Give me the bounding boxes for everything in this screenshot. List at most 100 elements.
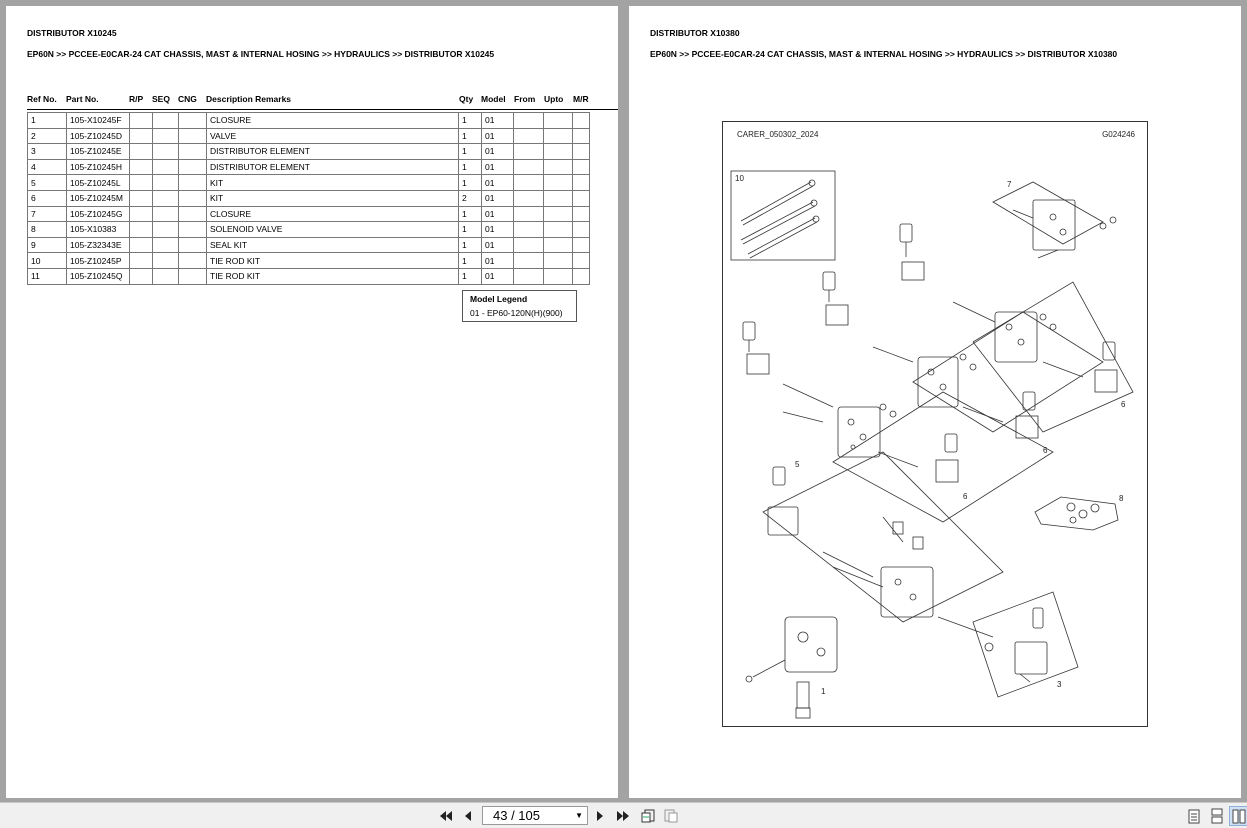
- table-row: 11 105-Z10245Q TIE ROD KIT 1 01: [27, 267, 590, 285]
- breadcrumb: EP60N >> PCCEE-E0CAR-24 CAT CHASSIS, MAS…: [650, 49, 1118, 59]
- col-qty: Qty: [459, 94, 474, 104]
- description-cell: DISTRIBUTOR ELEMENT: [206, 143, 459, 160]
- seq-cell: [152, 174, 179, 191]
- mr-cell: [572, 205, 590, 223]
- mr-cell: [572, 158, 590, 176]
- part-no-cell: 105-Z10245E: [66, 143, 130, 160]
- go-forward-button[interactable]: [661, 806, 681, 826]
- part-no-cell: 105-Z10245P: [66, 252, 130, 269]
- ref-cell: 9: [27, 236, 67, 254]
- part-no-cell: 105-Z10245M: [66, 189, 130, 207]
- upto-cell: [543, 252, 573, 269]
- description-cell: TIE ROD KIT: [206, 252, 459, 269]
- qty-cell: 1: [458, 127, 482, 145]
- part-no-cell: 105-Z10245Q: [66, 267, 130, 285]
- rp-cell: [129, 221, 153, 238]
- qty-cell: 2: [458, 189, 482, 207]
- part-no-cell: 105-X10245F: [66, 112, 130, 129]
- ref-cell: 1: [27, 112, 67, 129]
- table-row: 3 105-Z10245E DISTRIBUTOR ELEMENT 1 01: [27, 143, 590, 160]
- part-no-cell: 105-Z10245H: [66, 158, 130, 176]
- part-no-cell: 105-X10383: [66, 221, 130, 238]
- table-row: 1 105-X10245F CLOSURE 1 01: [27, 112, 590, 129]
- callout-6b: 6: [1043, 446, 1048, 455]
- col-upto: Upto: [544, 94, 564, 104]
- ref-cell: 10: [27, 252, 67, 269]
- description-cell: SOLENOID VALVE: [206, 221, 459, 238]
- mr-cell: [572, 221, 590, 238]
- part-no-cell: 105-Z32343E: [66, 236, 130, 254]
- rp-cell: [129, 112, 153, 129]
- seq-cell: [152, 158, 179, 176]
- exploded-parts-diagram: CARER_050302_2024 G024246 10 7 6 6 6 5 8…: [722, 121, 1148, 727]
- two-page-view-button[interactable]: [1229, 806, 1247, 826]
- table-row: 7 105-Z10245G CLOSURE 1 01: [27, 205, 590, 223]
- single-page-view-button[interactable]: [1184, 806, 1204, 826]
- rp-cell: [129, 252, 153, 269]
- ref-cell: 3: [27, 143, 67, 160]
- from-cell: [513, 112, 544, 129]
- continuous-view-button[interactable]: [1207, 806, 1227, 826]
- seq-cell: [152, 127, 179, 145]
- upto-cell: [543, 143, 573, 160]
- qty-cell: 1: [458, 221, 482, 238]
- cng-cell: [178, 205, 207, 223]
- model-cell: 01: [481, 127, 514, 145]
- last-page-icon: [617, 811, 629, 821]
- mr-cell: [572, 252, 590, 269]
- upto-cell: [543, 236, 573, 254]
- from-cell: [513, 158, 544, 176]
- part-no-cell: 105-Z10245G: [66, 205, 130, 223]
- table-row: 5 105-Z10245L KIT 1 01: [27, 174, 590, 191]
- col-part-no: Part No.: [66, 94, 99, 104]
- first-page-button[interactable]: [436, 806, 456, 826]
- page-title: DISTRIBUTOR X10380: [650, 28, 740, 38]
- two-page-icon: [1232, 809, 1246, 823]
- rp-cell: [129, 127, 153, 145]
- seq-cell: [152, 205, 179, 223]
- from-cell: [513, 174, 544, 191]
- col-seq: SEQ: [152, 94, 170, 104]
- callout-8: 8: [1119, 494, 1124, 503]
- col-description: Description Remarks: [206, 94, 292, 104]
- mr-cell: [572, 174, 590, 191]
- upto-cell: [543, 174, 573, 191]
- mr-cell: [572, 127, 590, 145]
- model-cell: 01: [481, 189, 514, 207]
- from-cell: [513, 205, 544, 223]
- next-page-icon: [597, 811, 603, 821]
- page-selector[interactable]: 43 / 105 ▼: [482, 806, 588, 825]
- single-page-icon: [1188, 809, 1200, 823]
- header-divider: [27, 109, 618, 110]
- model-cell: 01: [481, 236, 514, 254]
- rp-cell: [129, 143, 153, 160]
- previous-page-button[interactable]: [458, 806, 478, 826]
- ref-cell: 4: [27, 158, 67, 176]
- description-cell: CLOSURE: [206, 205, 459, 223]
- parts-table: 1 105-X10245F CLOSURE 1 01 2 105-Z10245D VALVE 1…: [27, 112, 590, 285]
- rp-cell: [129, 267, 153, 285]
- qty-cell: 1: [458, 205, 482, 223]
- rp-cell: [129, 205, 153, 223]
- table-row: 10 105-Z10245P TIE ROD KIT 1 01: [27, 252, 590, 269]
- qty-cell: 1: [458, 267, 482, 285]
- cng-cell: [178, 158, 207, 176]
- rp-cell: [129, 236, 153, 254]
- cng-cell: [178, 127, 207, 145]
- legend-title: Model Legend: [470, 294, 528, 304]
- next-page-button[interactable]: [590, 806, 610, 826]
- upto-cell: [543, 158, 573, 176]
- last-page-button[interactable]: [613, 806, 633, 826]
- cng-cell: [178, 236, 207, 254]
- cng-cell: [178, 143, 207, 160]
- mr-cell: [572, 143, 590, 160]
- description-cell: CLOSURE: [206, 112, 459, 129]
- table-row: 8 105-X10383 SOLENOID VALVE 1 01: [27, 221, 590, 238]
- mr-cell: [572, 112, 590, 129]
- qty-cell: 1: [458, 158, 482, 176]
- go-back-button[interactable]: [638, 806, 658, 826]
- description-cell: TIE ROD KIT: [206, 267, 459, 285]
- qty-cell: 1: [458, 252, 482, 269]
- cng-cell: [178, 189, 207, 207]
- seq-cell: [152, 236, 179, 254]
